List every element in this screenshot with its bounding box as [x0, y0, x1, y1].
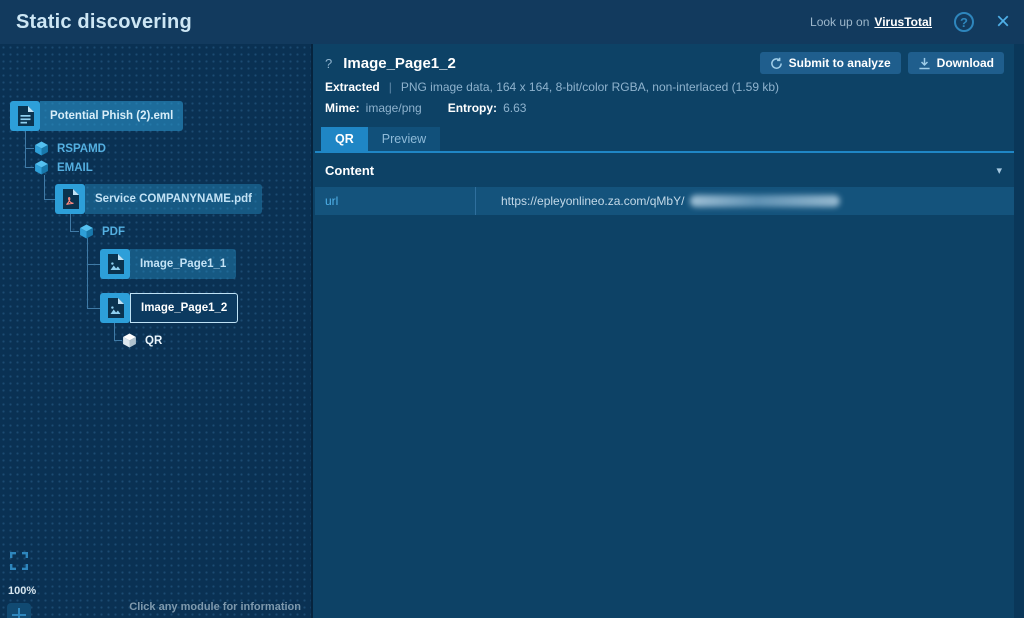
tree-node-rspamd[interactable]: RSPAMD: [34, 141, 106, 156]
tree-node-label: PDF: [102, 226, 125, 238]
tree-connector: [114, 323, 115, 340]
extracted-value: PNG image data, 164 x 164, 8-bit/color R…: [401, 80, 779, 94]
tree-node-pdf-file[interactable]: Service COMPANYNAME.pdf: [55, 184, 262, 214]
lookup-prefix-label: Look up on: [810, 15, 869, 29]
mime-value: image/png: [366, 101, 422, 115]
tree-connector: [87, 238, 88, 308]
tree-node-label: Image_Page1_1: [130, 249, 236, 279]
mime-entropy-row: Mime: image/png Entropy: 6.63: [315, 99, 1024, 116]
module-cube-icon: [122, 333, 137, 348]
tree-hint-text: Click any module for information: [129, 601, 301, 613]
tree-node-label: Image_Page1_2: [130, 293, 238, 323]
tree-node-label: QR: [145, 335, 162, 347]
fullscreen-icon[interactable]: [10, 552, 28, 570]
details-title: Image_Page1_2: [343, 55, 456, 72]
submit-to-analyze-button[interactable]: Submit to analyze: [760, 52, 901, 74]
tree-node-eml-file[interactable]: Potential Phish (2).eml: [10, 101, 183, 131]
content-section-header: Content ▾: [315, 153, 1024, 187]
tab-qr[interactable]: QR: [321, 127, 368, 151]
close-icon[interactable]: ×: [996, 12, 1010, 32]
tree-connector: [44, 199, 55, 200]
entropy-value: 6.63: [503, 101, 526, 115]
redacted-url-segment: [690, 195, 840, 207]
details-header: ? Image_Page1_2 Submit to analyze Downlo…: [315, 44, 1024, 74]
extracted-label: Extracted: [325, 80, 380, 94]
download-button[interactable]: Download: [908, 52, 1004, 74]
tree-node-label: Potential Phish (2).eml: [40, 101, 183, 131]
tree-connector: [114, 340, 122, 341]
meta-separator: |: [386, 80, 395, 94]
row-key: url: [315, 194, 475, 208]
tree-node-qr[interactable]: QR: [122, 333, 162, 348]
unknown-type-marker: ?: [325, 56, 332, 71]
tree-connector: [70, 231, 79, 232]
scrollbar-track[interactable]: [1014, 44, 1024, 618]
module-tree-panel: Potential Phish (2).eml RSPAMD EMAIL: [0, 44, 313, 618]
tree-connector: [44, 175, 45, 199]
tree-node-pdf-module[interactable]: PDF: [79, 224, 125, 239]
tree-connector: [70, 214, 71, 231]
zoom-level: 100%: [8, 585, 36, 597]
image-file-icon: [100, 293, 130, 323]
tree-node-label: Service COMPANYNAME.pdf: [85, 184, 262, 214]
zoom-in-button[interactable]: [7, 603, 31, 618]
tree-connector: [25, 148, 34, 149]
module-cube-icon: [34, 160, 49, 175]
help-icon[interactable]: ?: [954, 12, 974, 32]
page-title: Static discovering: [16, 11, 192, 34]
details-tabs: QR Preview: [315, 127, 1024, 153]
entropy-label: Entropy:: [448, 101, 497, 115]
collapse-caret-icon[interactable]: ▾: [996, 164, 1002, 177]
titlebar: Static discovering Look up on VirusTotal…: [0, 0, 1024, 44]
download-icon: [918, 57, 931, 70]
tree-node-image2[interactable]: Image_Page1_2: [100, 293, 238, 323]
eml-file-icon: [10, 101, 40, 131]
download-button-label: Download: [937, 56, 994, 70]
tree-connector: [87, 264, 100, 265]
module-cube-icon: [34, 141, 49, 156]
pdf-file-icon: [55, 184, 85, 214]
virustotal-link[interactable]: VirusTotal: [874, 15, 932, 29]
tree-node-image1[interactable]: Image_Page1_1: [100, 249, 236, 279]
resubmit-icon: [770, 57, 783, 70]
static-discovering-window: Static discovering Look up on VirusTotal…: [0, 0, 1024, 618]
module-cube-icon: [79, 224, 94, 239]
tree-node-email[interactable]: EMAIL: [34, 160, 93, 175]
tab-preview[interactable]: Preview: [368, 127, 440, 151]
url-text: https://epleyonlineo.za.com/qMbY/: [501, 194, 684, 208]
mime-label: Mime:: [325, 101, 360, 115]
details-panel: ? Image_Page1_2 Submit to analyze Downlo…: [315, 44, 1024, 618]
virustotal-lookup: Look up on VirusTotal: [810, 15, 932, 29]
content-title: Content: [325, 163, 996, 178]
content-row-url[interactable]: url https://epleyonlineo.za.com/qMbY/: [315, 187, 1024, 215]
tree-node-label: RSPAMD: [57, 143, 106, 155]
tree-connector: [87, 308, 100, 309]
submit-button-label: Submit to analyze: [789, 56, 891, 70]
image-file-icon: [100, 249, 130, 279]
tree-connector: [25, 167, 34, 168]
extracted-row: Extracted | PNG image data, 164 x 164, 8…: [315, 78, 1024, 95]
tree-node-label: EMAIL: [57, 162, 93, 174]
titlebar-actions: Look up on VirusTotal ? ×: [810, 12, 1010, 32]
row-value: https://epleyonlineo.za.com/qMbY/: [476, 194, 840, 208]
tree-connector: [25, 131, 26, 167]
